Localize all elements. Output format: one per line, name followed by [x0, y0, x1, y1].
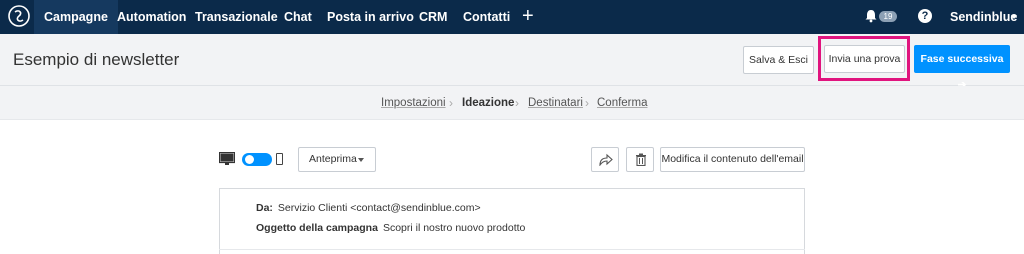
- share-button[interactable]: [591, 147, 619, 172]
- edit-email-content-button[interactable]: Modifica il contenuto dell'email: [660, 147, 805, 172]
- nav-item-posta-in-arrivo[interactable]: Posta in arrivo: [327, 0, 414, 34]
- toggle-knob: [245, 155, 254, 164]
- divider: [219, 249, 805, 250]
- mobile-icon[interactable]: [276, 153, 283, 165]
- chevron-right-icon: ›: [515, 96, 519, 110]
- help-icon[interactable]: ?: [918, 9, 932, 23]
- email-preview: [219, 188, 805, 254]
- next-step-button[interactable]: Fase successiva ➔: [914, 45, 1010, 91]
- step-conferma[interactable]: Conferma: [597, 97, 648, 109]
- highlight-frame: [818, 36, 910, 81]
- preview-select[interactable]: Anteprima: [298, 147, 376, 172]
- user-menu[interactable]: Sendinblue: [950, 0, 1017, 34]
- chevron-down-icon[interactable]: [1011, 15, 1017, 19]
- sendinblue-logo-icon[interactable]: [8, 5, 30, 27]
- page-title: Esempio di newsletter: [13, 50, 180, 69]
- desktop-icon[interactable]: [219, 152, 235, 166]
- nav-item-contatti[interactable]: Contatti: [463, 0, 510, 34]
- step-impostazioni[interactable]: Impostazioni: [381, 97, 446, 109]
- nav-item-chat[interactable]: Chat: [284, 0, 312, 34]
- delete-button[interactable]: [626, 147, 654, 172]
- nav-item-automation[interactable]: Automation: [117, 0, 186, 34]
- step-destinatari[interactable]: Destinatari: [528, 97, 583, 109]
- chevron-down-icon: [358, 158, 364, 162]
- subject-row: Oggetto della campagna Scopri il nostro n…: [256, 222, 525, 234]
- from-row: Da: Servizio Clienti <contact@sendinblue.…: [256, 202, 481, 214]
- add-nav-button[interactable]: +: [522, 0, 534, 34]
- notification-count-badge: 19: [879, 11, 897, 22]
- chevron-right-icon: ›: [585, 96, 589, 110]
- trash-icon: [636, 153, 646, 166]
- nav-item-crm[interactable]: CRM: [419, 0, 447, 34]
- nav-item-transazionale[interactable]: Transazionale: [195, 0, 278, 34]
- bell-icon[interactable]: [864, 9, 878, 23]
- share-icon: [599, 153, 613, 166]
- from-label: Da:: [256, 202, 273, 214]
- subject-value: Scopri il nostro nuovo prodotto: [382, 222, 526, 234]
- subject-label: Oggetto della campagna: [256, 222, 378, 234]
- save-exit-button[interactable]: Salva & Esci: [743, 46, 814, 74]
- step-ideazione[interactable]: Ideazione: [462, 97, 514, 109]
- chevron-right-icon: ›: [449, 96, 453, 110]
- from-value: Servizio Clienti <contact@sendinblue.com…: [277, 202, 481, 214]
- nav-item-campagne[interactable]: Campagne: [34, 0, 118, 34]
